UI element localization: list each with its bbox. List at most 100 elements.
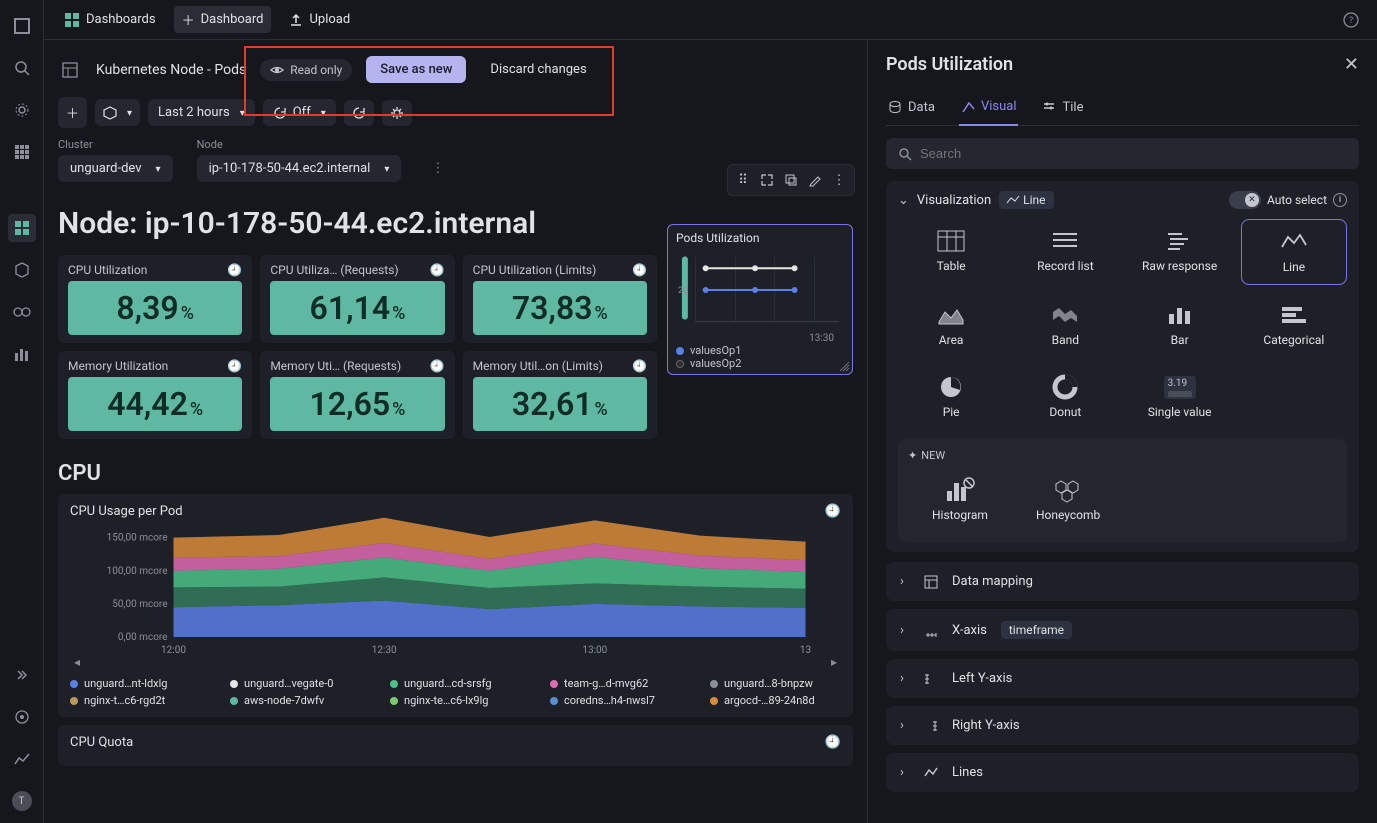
settings-button[interactable] (382, 100, 412, 126)
expand-tile-icon[interactable] (756, 169, 778, 191)
refresh-button[interactable] (344, 100, 374, 126)
nav-cube-icon[interactable] (8, 256, 36, 284)
dashboards-breadcrumb[interactable]: Dashboards (56, 8, 164, 32)
viz-option-pie[interactable]: Pie (898, 365, 1004, 429)
nav-dashboards-icon[interactable] (8, 214, 36, 242)
expand-icon[interactable] (8, 661, 36, 689)
inspector-search-input[interactable] (920, 146, 1347, 161)
clock-icon: 🕘 (227, 263, 242, 277)
legend-item[interactable]: aws-node-7dwfv (230, 694, 360, 707)
lines-section[interactable]: ›Lines (886, 753, 1359, 792)
apps-icon[interactable] (8, 138, 36, 166)
tile-more-icon[interactable]: ⋮ (828, 169, 850, 191)
tab-data[interactable]: Data (886, 93, 937, 125)
cpu-quota-card: CPU Quota🕘 (58, 725, 853, 766)
cpu-section-heading: CPU (58, 447, 853, 494)
pods-series-1: valuesOp1 (690, 344, 741, 357)
chevron-down-icon[interactable]: ⌄ (898, 193, 909, 208)
viz-option-line[interactable]: Line (1241, 219, 1347, 285)
clock-icon: 🕘 (632, 359, 647, 373)
drag-handle-icon[interactable]: ⠿ (732, 169, 754, 191)
layout-icon[interactable] (58, 58, 82, 82)
readonly-label: Read only (290, 63, 342, 77)
resize-handle-icon[interactable] (838, 360, 850, 372)
pods-tile-title: Pods Utilization (676, 231, 844, 245)
legend-item[interactable]: unguard…vegate-0 (230, 677, 360, 690)
metric-title: Memory Utilization (68, 359, 168, 373)
viz-option-table[interactable]: Table (898, 219, 1004, 285)
filter-more-button[interactable]: ⋮ (425, 155, 450, 182)
new-visualizations-section: ✦NEW HistogramHoneycomb (898, 439, 1347, 542)
info-icon[interactable]: i (1333, 193, 1347, 207)
tab-tile[interactable]: Tile (1040, 93, 1085, 125)
viz-option-record-list[interactable]: Record list (1012, 219, 1118, 285)
legend-item[interactable]: argocd-…89-24n8d (710, 694, 840, 707)
plus-icon: ＋ (182, 10, 195, 29)
discard-changes-button[interactable]: Discard changes (480, 56, 596, 83)
logo-icon[interactable] (8, 12, 36, 40)
new-dashboard-button[interactable]: ＋ Dashboard (174, 6, 272, 33)
viz-option-raw-response[interactable]: Raw response (1127, 219, 1233, 285)
metric-title: CPU Utiliza… (Requests) (270, 263, 398, 277)
viz-option-categorical[interactable]: Categorical (1241, 293, 1347, 357)
chart-icon[interactable] (8, 745, 36, 773)
chart-next-button[interactable]: ▸ (831, 655, 837, 669)
inspector-title: Pods Utilization (886, 54, 1013, 75)
right-y-axis-section[interactable]: ›Right Y-axis (886, 706, 1359, 745)
viz-option-bar[interactable]: Bar (1127, 293, 1233, 357)
legend-item[interactable]: unguard…cd-srsfg (390, 677, 520, 690)
node-filter-select[interactable]: ip-10-178-50-44.ec2.internal (197, 155, 402, 182)
avatar-icon[interactable]: T (8, 787, 36, 815)
svg-text:50,00 mcore: 50,00 mcore (112, 599, 167, 610)
auto-refresh-selector[interactable]: Off (263, 99, 336, 126)
upload-button[interactable]: Upload (281, 8, 358, 31)
cluster-filter-label: Cluster (58, 138, 173, 151)
add-tile-button[interactable]: ＋ (58, 97, 87, 128)
nav-binoculars-icon[interactable] (8, 298, 36, 326)
legend-item[interactable]: unguard…nt-ldxlg (70, 677, 200, 690)
viz-option-histogram[interactable]: Histogram (928, 468, 992, 532)
search-icon[interactable] (8, 54, 36, 82)
target-icon[interactable] (8, 703, 36, 731)
legend-item[interactable]: team-g…d-mvg62 (550, 677, 680, 690)
metric-title: CPU Utilization (Limits) (473, 263, 597, 277)
cluster-filter-select[interactable]: unguard-dev (58, 155, 173, 182)
sparkle-icon: ✦ (908, 449, 917, 462)
data-mapping-section[interactable]: ›Data mapping (886, 562, 1359, 601)
viz-option-single-value[interactable]: 3.19Single value (1127, 365, 1233, 429)
viz-option-donut[interactable]: Donut (1012, 365, 1118, 429)
cpu-usage-area-chart[interactable]: 150,00 mcore100,00 mcore50,00 mcore0,00 … (70, 525, 841, 655)
copy-tile-icon[interactable] (780, 169, 802, 191)
help-icon[interactable]: ? (1337, 6, 1365, 34)
legend-item[interactable]: nginx-t…c6-rgd2t (70, 694, 200, 707)
chevron-down-icon (380, 161, 389, 176)
viz-option-area[interactable]: Area (898, 293, 1004, 357)
metric-title: Memory Uti… (Requests) (270, 359, 401, 373)
tab-visual[interactable]: Visual (959, 93, 1019, 126)
svg-text:13: 13 (800, 645, 811, 656)
chart-prev-button[interactable]: ◂ (74, 655, 80, 669)
left-nav-rail: T (0, 0, 44, 823)
viz-option-honeycomb[interactable]: Honeycomb (1032, 468, 1104, 532)
inspector-search[interactable] (886, 138, 1359, 169)
legend-item[interactable]: coredns…h4-nwsl7 (550, 694, 680, 707)
timeframe-selector[interactable]: Last 2 hours (148, 99, 255, 126)
clock-icon: 🕘 (227, 359, 242, 373)
nav-barchart-icon[interactable] (8, 340, 36, 368)
viz-option-band[interactable]: Band (1012, 293, 1118, 357)
legend-item[interactable]: nginx-te…c6-lx9lg (390, 694, 520, 707)
gear-icon[interactable] (8, 96, 36, 124)
save-as-new-button[interactable]: Save as new (366, 56, 466, 83)
tile-action-toolbar: ⠿ ⋮ (727, 164, 855, 196)
pods-utilization-tile[interactable]: Pods Utilization 20 (667, 224, 853, 375)
x-axis-section[interactable]: ›X-axistimeframe (886, 609, 1359, 651)
cpu-chart-title: CPU Usage per Pod (70, 504, 183, 519)
auto-select-toggle[interactable] (1229, 191, 1261, 209)
view-mode-button[interactable] (95, 99, 140, 126)
edit-tile-icon[interactable] (804, 169, 826, 191)
legend-item[interactable]: unguard…8-bnpzw (710, 677, 840, 690)
left-y-axis-section[interactable]: ›Left Y-axis (886, 659, 1359, 698)
new-dashboard-label: Dashboard (201, 12, 264, 27)
close-inspector-button[interactable]: ✕ (1344, 54, 1359, 75)
auto-select-label: Auto select (1267, 193, 1327, 207)
